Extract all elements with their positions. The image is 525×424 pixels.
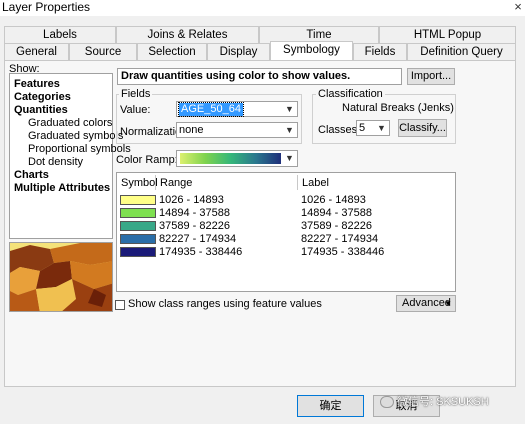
table-row-label[interactable]: 1026 - 14893: [301, 194, 366, 206]
table-row-range[interactable]: 14894 - 37588: [159, 207, 230, 219]
table-row-label[interactable]: 82227 - 174934: [301, 233, 378, 245]
tree-item-dot-density[interactable]: Dot density: [28, 156, 83, 168]
color-ramp-select[interactable]: ▼: [176, 150, 298, 167]
column-header-range[interactable]: Range: [160, 177, 192, 189]
chevron-down-icon: ▼: [444, 299, 452, 308]
show-class-ranges-checkbox[interactable]: [115, 300, 125, 310]
tree-item-features[interactable]: Features: [14, 78, 60, 90]
tree-item-quantities[interactable]: Quantities: [14, 104, 68, 116]
tree-item-categories[interactable]: Categories: [14, 91, 71, 103]
classification-group-label: Classification: [316, 88, 385, 100]
table-row-range[interactable]: 174935 - 338446: [159, 246, 242, 258]
tab-fields[interactable]: Fields: [353, 43, 407, 60]
wechat-icon: [380, 396, 394, 409]
tab-source[interactable]: Source: [69, 43, 137, 60]
symbol-swatch-5[interactable]: [120, 247, 156, 257]
description-text: Draw quantities using color to show valu…: [121, 70, 351, 82]
advanced-button[interactable]: Advanced ▼: [396, 295, 456, 312]
column-divider: [297, 175, 298, 190]
map-preview-image: [10, 243, 112, 311]
chevron-down-icon: ▼: [285, 125, 294, 135]
tree-item-graduated-symbols[interactable]: Graduated symbols: [28, 130, 123, 142]
classes-label: Classes:: [318, 124, 361, 136]
value-label: Value:: [120, 104, 151, 116]
value-field-select[interactable]: AGE_50_64 ▼: [176, 101, 298, 117]
map-preview: [9, 242, 113, 312]
table-row-range[interactable]: 37589 - 82226: [159, 220, 230, 232]
tree-item-graduated-colors[interactable]: Graduated colors: [28, 117, 112, 129]
tab-definition-query[interactable]: Definition Query: [407, 43, 516, 60]
color-ramp-gradient: [180, 153, 281, 164]
classify-button[interactable]: Classify...: [398, 119, 447, 137]
tab-symbology[interactable]: Symbology: [270, 41, 353, 60]
show-tree: Features Categories Quantities Graduated…: [9, 73, 131, 239]
show-class-ranges-label: Show class ranges using feature values: [128, 298, 322, 310]
column-header-symbol[interactable]: Symbol: [121, 177, 158, 189]
table-row-label[interactable]: 14894 - 37588: [301, 207, 372, 219]
column-header-label[interactable]: Label: [302, 177, 329, 189]
table-row-label[interactable]: 37589 - 82226: [301, 220, 372, 232]
tab-labels[interactable]: Labels: [4, 26, 116, 43]
symbol-swatch-2[interactable]: [120, 208, 156, 218]
class-table: Symbol Range Label 1026 - 14893 1026 - 1…: [116, 172, 456, 292]
classification-method: Natural Breaks (Jenks): [342, 102, 454, 114]
tab-joins-relates[interactable]: Joins & Relates: [116, 26, 259, 43]
table-row-label[interactable]: 174935 - 338446: [301, 246, 384, 258]
fields-group-label: Fields: [119, 88, 153, 100]
watermark-text: 微信号: SKSUKSH: [397, 396, 489, 408]
import-button[interactable]: Import...: [407, 68, 455, 85]
description-box: Draw quantities using color to show valu…: [117, 68, 402, 85]
chevron-down-icon: ▼: [285, 104, 294, 114]
tab-html-popup[interactable]: HTML Popup: [379, 26, 516, 43]
tab-general[interactable]: General: [4, 43, 69, 60]
value-field-value: AGE_50_64: [178, 102, 244, 117]
table-row-range[interactable]: 82227 - 174934: [159, 233, 236, 245]
chevron-down-icon: ▼: [285, 153, 294, 163]
color-ramp-label: Color Ramp:: [116, 154, 178, 166]
symbol-swatch-3[interactable]: [120, 221, 156, 231]
chevron-down-icon: ▼: [377, 123, 386, 133]
window-title: Layer Properties: [2, 0, 91, 14]
ok-button[interactable]: 确定: [297, 395, 364, 417]
close-icon[interactable]: ×: [511, 0, 525, 14]
tab-selection[interactable]: Selection: [137, 43, 207, 60]
symbol-swatch-1[interactable]: [120, 195, 156, 205]
title-bar: Layer Properties ×: [0, 0, 525, 16]
tree-item-charts[interactable]: Charts: [14, 169, 49, 181]
table-row-range[interactable]: 1026 - 14893: [159, 194, 224, 206]
normalization-select[interactable]: none ▼: [176, 122, 298, 138]
classes-select[interactable]: 5 ▼: [356, 120, 390, 136]
classes-value: 5: [359, 122, 366, 134]
normalization-value: none: [179, 124, 204, 136]
symbol-swatch-4[interactable]: [120, 234, 156, 244]
watermark: 微信号: SKSUKSH: [380, 393, 489, 413]
tree-item-multiple-attributes[interactable]: Multiple Attributes: [14, 182, 110, 194]
column-divider: [155, 175, 156, 190]
tab-display[interactable]: Display: [207, 43, 270, 60]
